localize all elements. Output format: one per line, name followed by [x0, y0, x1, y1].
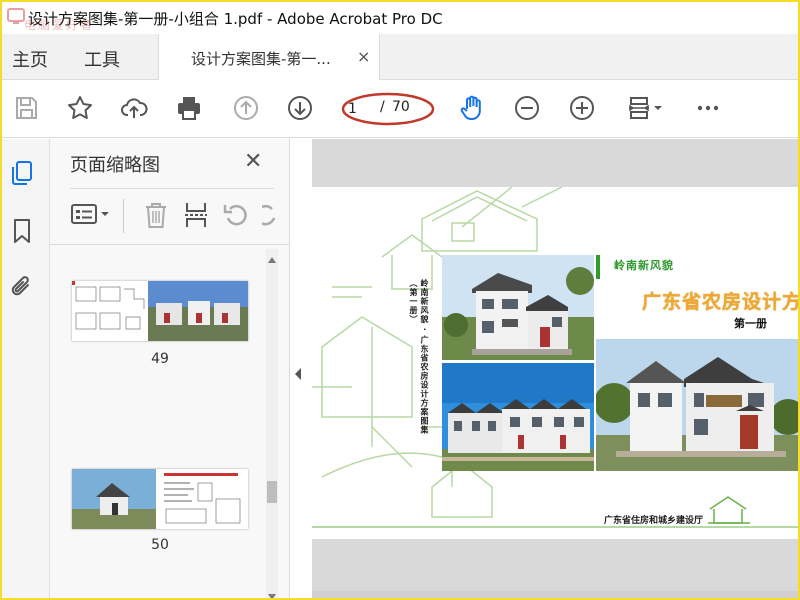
vertical-caption: 岭南新风貌 · 广东省农房设计方案图集（第一册）	[409, 279, 429, 435]
panel-divider	[70, 188, 274, 189]
toolbar: / 70	[2, 80, 798, 138]
thumbnail-50-label: 50	[151, 537, 169, 553]
next-page-button[interactable]	[284, 92, 316, 124]
pdf-page: 岭南新风貌 · 广东省农房设计方案图集（第一册） 岭南新风貌 广东省农房设计方 …	[312, 187, 798, 539]
redo-icon	[262, 204, 276, 226]
navigation-rail	[2, 139, 50, 598]
share-cloud-button[interactable]	[118, 92, 150, 124]
chevron-down-icon	[654, 106, 662, 110]
title-bar: 设计方案图集-第一册-小组合 1.pdf - Adobe Acrobat Pro…	[2, 2, 798, 34]
thumbnail-page-50[interactable]	[72, 469, 248, 529]
page-fit-icon	[629, 97, 649, 119]
page-fit-dropdown[interactable]	[620, 92, 668, 124]
tab-home[interactable]: 主页	[12, 46, 48, 72]
hand-icon	[460, 95, 481, 120]
bookmark-star-button[interactable]	[64, 92, 96, 124]
chevron-left-icon	[295, 368, 301, 380]
house-photo-villa	[442, 255, 594, 360]
page-separator: /	[380, 99, 385, 115]
zoom-in-button[interactable]	[566, 92, 598, 124]
page-thumbnails-icon[interactable]	[8, 159, 36, 187]
save-button[interactable]	[10, 92, 42, 124]
insert-pages-button[interactable]	[182, 199, 214, 231]
undo-icon	[223, 204, 247, 226]
tab-document[interactable]: 设计方案图集-第一... ×	[158, 34, 380, 80]
star-icon	[68, 96, 92, 119]
watermark-logo-icon	[7, 8, 25, 24]
tab-bar: 主页 工具 设计方案图集-第一... ×	[2, 34, 798, 80]
tab-document-label: 设计方案图集-第一...	[191, 50, 331, 68]
zoom-in-icon	[570, 96, 594, 120]
thumbnail-scrollbar[interactable]	[262, 249, 282, 600]
publisher-label: 广东省住房和城乡建设厅	[604, 516, 704, 526]
print-icon	[178, 97, 200, 120]
main-title: 广东省农房设计方	[642, 291, 798, 313]
rotate-right-button[interactable]	[262, 199, 282, 231]
page-up-icon	[234, 96, 258, 120]
collapse-panel-handle[interactable]	[292, 364, 308, 384]
thumbnail-49-image	[72, 281, 248, 341]
thumbnail-toolbar	[50, 191, 290, 245]
page-total: 70	[392, 99, 410, 115]
tab-tools[interactable]: 工具	[84, 46, 120, 72]
bookmark-icon[interactable]	[8, 217, 36, 245]
window-title: 设计方案图集-第一册-小组合 1.pdf - Adobe Acrobat Pro…	[28, 10, 443, 28]
acrobat-window: 设计方案图集-第一册-小组合 1.pdf - Adobe Acrobat Pro…	[0, 0, 800, 600]
previous-page-button[interactable]	[230, 92, 262, 124]
house-photo-two-storey	[596, 339, 798, 471]
panel-title: 页面缩略图	[70, 155, 160, 176]
document-view[interactable]: 岭南新风貌 · 广东省农房设计方案图集（第一册） 岭南新风貌 广东省农房设计方 …	[312, 139, 798, 598]
volume-label: 第一册	[734, 317, 767, 330]
options-icon	[71, 204, 109, 224]
zoom-out-button[interactable]	[511, 92, 543, 124]
thumbnail-options-button[interactable]	[70, 199, 114, 231]
delete-pages-button[interactable]	[142, 199, 174, 231]
next-page-edge	[312, 591, 798, 598]
series-marker	[596, 255, 600, 279]
toolbar-separator	[123, 199, 124, 233]
insert-pages-icon	[185, 203, 207, 227]
save-icon	[16, 97, 37, 119]
panel-close-icon[interactable]: ✕	[244, 149, 262, 174]
page-down-icon	[288, 96, 312, 120]
page-number-input[interactable]	[348, 99, 378, 119]
attachment-icon[interactable]	[8, 273, 36, 301]
cloud-upload-icon	[121, 98, 148, 118]
hand-tool-button[interactable]	[456, 92, 488, 124]
page-thumbnails-panel: 页面缩略图 ✕ 49 50	[50, 139, 290, 600]
thumbnail-49-label: 49	[151, 351, 169, 367]
rotate-left-button[interactable]	[222, 199, 254, 231]
thumbnail-50-image	[72, 469, 248, 529]
trash-icon	[146, 203, 166, 228]
tab-close-icon[interactable]: ×	[357, 47, 370, 66]
series-label: 岭南新风貌	[614, 259, 674, 272]
print-button[interactable]	[173, 92, 205, 124]
more-tools-button[interactable]	[692, 92, 724, 124]
thumbnail-page-49[interactable]	[72, 281, 248, 341]
more-icon	[697, 105, 719, 111]
page-navigator: / 70	[342, 96, 432, 122]
zoom-out-icon	[515, 96, 539, 120]
house-photo-row-houses	[442, 363, 594, 471]
